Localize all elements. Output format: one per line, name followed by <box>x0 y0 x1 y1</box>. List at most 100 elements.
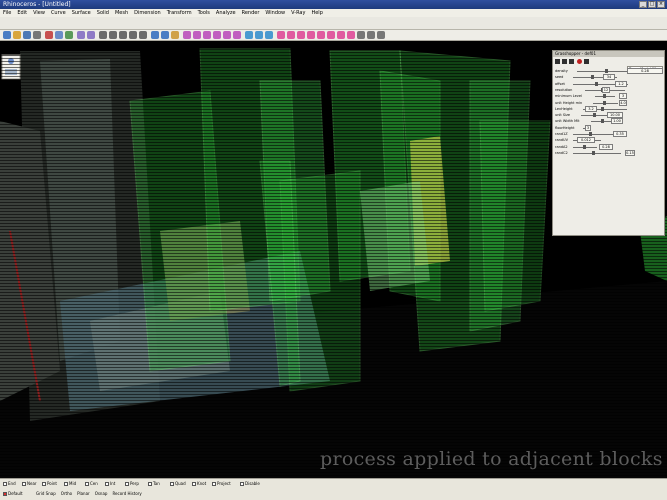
param-slider[interactable]: randC2 0.15 <box>555 149 663 157</box>
menu-surface[interactable]: Surface <box>72 9 91 17</box>
new-file-icon[interactable] <box>3 31 11 39</box>
slider-thumb[interactable] <box>583 144 586 149</box>
wireframe-icon[interactable] <box>245 31 253 39</box>
cylinder-icon[interactable] <box>377 31 385 39</box>
units-indicator[interactable]: Default <box>3 491 23 496</box>
param-value[interactable]: 1.2 <box>615 80 627 87</box>
menu-file[interactable]: File <box>3 9 11 17</box>
param-value[interactable]: 3 <box>619 93 627 100</box>
step-icon[interactable] <box>569 59 574 64</box>
osnap-quad[interactable]: Quad <box>170 481 186 486</box>
osnap-mid[interactable]: Mid <box>64 481 76 486</box>
zoom-window-icon[interactable] <box>129 31 137 39</box>
osnap-int[interactable]: Int <box>105 481 115 486</box>
slider-track[interactable] <box>573 152 621 154</box>
render-icon[interactable] <box>183 31 191 39</box>
menu-dimension[interactable]: Dimension <box>134 9 161 17</box>
menu-solid[interactable]: Solid <box>97 9 109 17</box>
menu-transform[interactable]: Transform <box>167 9 192 17</box>
osnap-perp[interactable]: Perp <box>125 481 139 486</box>
vray-proxy-icon[interactable] <box>347 31 355 39</box>
vray-material-icon[interactable] <box>307 31 315 39</box>
play-icon[interactable] <box>562 59 567 64</box>
menu-vray[interactable]: V-Ray <box>291 9 305 17</box>
rendered-icon[interactable] <box>265 31 273 39</box>
planar-toggle[interactable]: Planar <box>77 491 90 496</box>
menu-view[interactable]: View <box>33 9 45 17</box>
vray-frame-buffer-icon[interactable] <box>297 31 305 39</box>
slider-track[interactable] <box>573 134 613 135</box>
slider-thumb[interactable] <box>601 106 604 111</box>
osnap-cen[interactable]: Cen <box>85 481 98 486</box>
close-button[interactable]: × <box>657 1 665 8</box>
grid-snap-toggle[interactable]: Grid Snap <box>36 491 56 496</box>
menu-window[interactable]: Window <box>265 9 285 17</box>
maximize-button[interactable]: □ <box>648 1 656 8</box>
properties-icon[interactable] <box>171 31 179 39</box>
osnap-point[interactable]: Point <box>42 481 57 486</box>
slider-thumb[interactable] <box>593 113 596 118</box>
osnap-tan[interactable]: Tan <box>148 481 160 486</box>
menu-analyze[interactable]: Analyze <box>216 9 236 17</box>
zoom-icon[interactable] <box>119 31 127 39</box>
vray-light-icon[interactable] <box>317 31 325 39</box>
osnap-disable[interactable]: Disable <box>240 481 260 486</box>
environment-icon[interactable] <box>223 31 231 39</box>
cut-icon[interactable] <box>45 31 53 39</box>
param-value[interactable]: 34 <box>603 74 615 81</box>
param-value[interactable]: 3 <box>585 124 591 131</box>
settings-icon[interactable] <box>584 59 589 64</box>
menu-edit[interactable]: Edit <box>17 9 27 17</box>
param-value[interactable]: 0.15 <box>625 149 635 156</box>
param-value[interactable]: 10.00 <box>607 112 623 119</box>
layer-icon[interactable] <box>161 31 169 39</box>
record-icon[interactable] <box>577 59 582 64</box>
menu-tools[interactable]: Tools <box>198 9 210 17</box>
slider-thumb[interactable] <box>595 81 598 86</box>
vray-dome-icon[interactable] <box>337 31 345 39</box>
slider-thumb[interactable] <box>601 119 604 124</box>
vray-render-icon[interactable] <box>277 31 285 39</box>
ortho-toggle[interactable]: Ortho <box>61 491 72 496</box>
param-value[interactable]: 0.35 <box>613 131 627 137</box>
vray-options-icon[interactable] <box>287 31 295 39</box>
osnap-toggle[interactable]: Osnap <box>95 491 108 496</box>
slider-thumb[interactable] <box>591 75 594 80</box>
menu-render[interactable]: Render <box>242 9 260 17</box>
osnap-near[interactable]: Near <box>22 481 37 486</box>
material-icon[interactable] <box>203 31 211 39</box>
open-icon[interactable] <box>555 59 560 64</box>
osnap-end[interactable]: End <box>3 481 16 486</box>
save-icon[interactable] <box>23 31 31 39</box>
shaded-icon[interactable] <box>255 31 263 39</box>
menu-help[interactable]: Help <box>311 9 322 17</box>
slider-thumb[interactable] <box>603 94 606 99</box>
redo-icon[interactable] <box>87 31 95 39</box>
record-history-toggle[interactable]: Record History <box>112 491 141 496</box>
slider-thumb[interactable] <box>589 132 592 136</box>
param-value[interactable]: 3.2 <box>585 105 597 112</box>
slider-thumb[interactable] <box>603 100 606 105</box>
undo-icon[interactable] <box>77 31 85 39</box>
param-value[interactable]: 12 <box>602 86 610 93</box>
param-value[interactable]: 0.28 <box>599 143 613 150</box>
render-preview-icon[interactable] <box>193 31 201 39</box>
menu-curve[interactable]: Curve <box>51 9 66 17</box>
pan-icon[interactable] <box>99 31 107 39</box>
param-value[interactable]: 0.28 <box>627 68 663 74</box>
slider-thumb[interactable] <box>605 69 608 73</box>
paste-icon[interactable] <box>65 31 73 39</box>
osnap-knot[interactable]: Knot <box>192 481 206 486</box>
open-file-icon[interactable] <box>13 31 21 39</box>
sphere-icon[interactable] <box>357 31 365 39</box>
osnap-project[interactable]: Project <box>212 481 231 486</box>
slider-thumb[interactable] <box>592 150 595 155</box>
param-value[interactable]: 1.00 <box>611 118 623 125</box>
param-value[interactable]: 4.0 <box>619 99 627 106</box>
minimize-button[interactable]: _ <box>639 1 647 8</box>
light-icon[interactable] <box>213 31 221 39</box>
texture-icon[interactable] <box>233 31 241 39</box>
command-area[interactable] <box>0 17 667 30</box>
print-icon[interactable] <box>33 31 41 39</box>
param-value[interactable]: 0.012 <box>577 137 595 144</box>
